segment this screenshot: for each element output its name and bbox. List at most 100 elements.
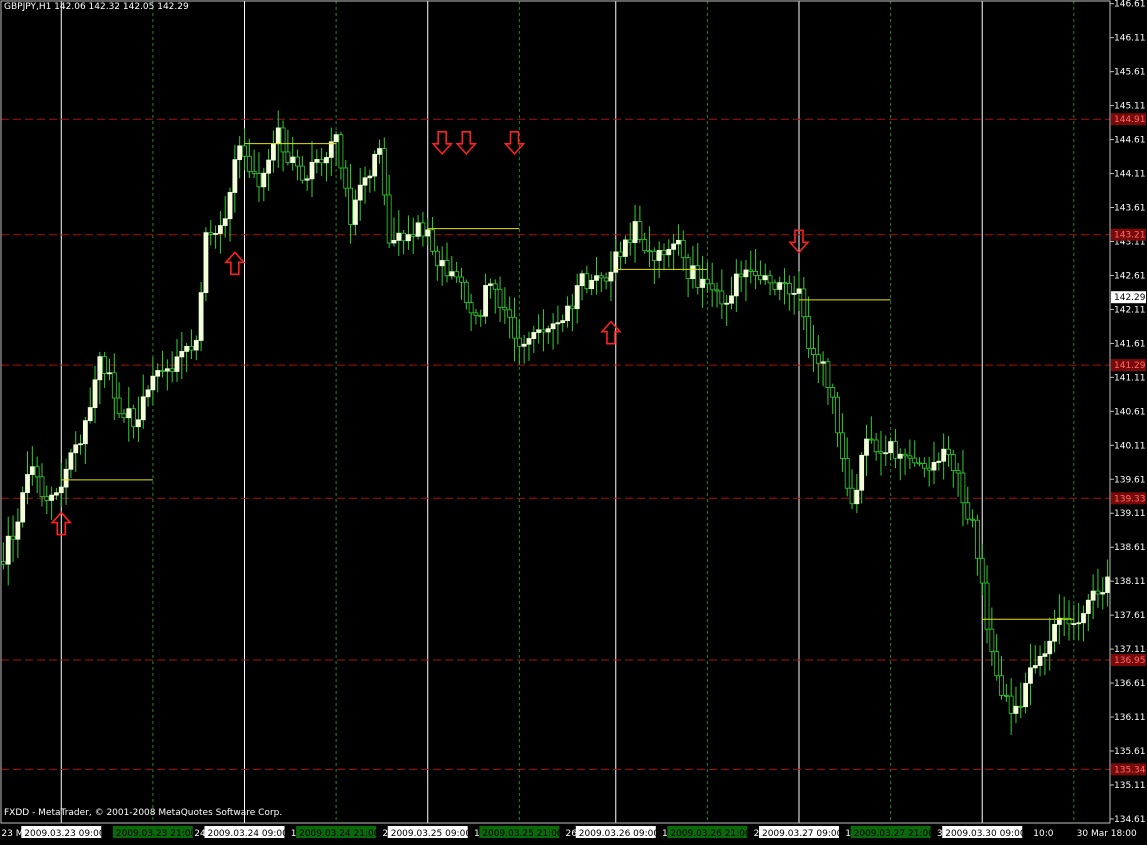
candle-bear xyxy=(627,239,633,243)
candle-bull xyxy=(87,407,93,422)
candle-bear xyxy=(912,457,918,464)
candle-bear xyxy=(492,283,498,290)
candle-bear xyxy=(34,466,40,478)
sell-arrow-icon[interactable] xyxy=(431,131,453,156)
candle-bull xyxy=(415,222,421,237)
candle-bear xyxy=(598,275,604,279)
sell-arrow-icon[interactable] xyxy=(455,131,478,156)
candle-bull xyxy=(82,420,88,445)
price-tick-label: 144.11 xyxy=(1114,170,1146,180)
candle-bull xyxy=(126,408,132,419)
candle-bull xyxy=(671,243,677,250)
time-label: 30 Mar 18:00 xyxy=(1077,829,1137,839)
candle-bull xyxy=(1085,599,1091,614)
candle-bull xyxy=(883,452,889,455)
candle-bull xyxy=(565,305,570,322)
candle-bull xyxy=(864,438,869,456)
candlestick-chart[interactable]: 146.61 146.11 145.61 145.11 144.61 144.11 143.… xyxy=(0,0,1147,841)
candle-bull xyxy=(941,448,947,462)
price-tick-label: 146.11 xyxy=(1114,34,1146,44)
candle-bear xyxy=(343,167,349,189)
candle-bear xyxy=(642,239,648,252)
candle-bear xyxy=(285,151,291,163)
candle-bear xyxy=(685,257,691,279)
candle-bull xyxy=(150,375,156,391)
buy-arrow-icon[interactable] xyxy=(600,320,622,345)
price-tick-label: 140.11 xyxy=(1114,441,1146,451)
candle-bull xyxy=(136,419,141,428)
plot-frame xyxy=(0,0,1111,824)
candle-bear xyxy=(569,305,575,310)
candle-bull xyxy=(266,159,272,174)
candle-bull xyxy=(854,489,860,505)
candle-bear xyxy=(401,232,407,242)
candle-bear xyxy=(410,234,416,237)
candle-bull xyxy=(820,361,826,364)
candle-bear xyxy=(844,458,850,489)
candle-bear xyxy=(603,277,609,282)
date-badge: 2009.03.23 21:00 xyxy=(116,829,197,839)
candle-bull xyxy=(275,127,281,145)
buy-arrow-icon[interactable] xyxy=(224,251,246,276)
candle-bull xyxy=(164,368,170,372)
date-badge: 2009.03.27 09:00 xyxy=(762,829,843,839)
candle-bear xyxy=(999,675,1004,696)
candle-bull xyxy=(49,494,55,501)
candle-bull xyxy=(743,269,749,278)
date-badge: 2009.03.24 21:00 xyxy=(299,829,380,839)
candle-bear xyxy=(1003,694,1009,697)
candle-bull xyxy=(791,292,797,295)
copyright-text: FXDD - MetaTrader, © 2001-2008 MetaQuote… xyxy=(4,808,283,818)
candle-bear xyxy=(468,302,474,314)
sell-arrow-icon[interactable] xyxy=(503,131,526,156)
candle-bull xyxy=(304,178,310,181)
candle-bull xyxy=(333,134,339,143)
candle-bear xyxy=(516,337,522,347)
candle-bull xyxy=(762,275,768,281)
candle-bear xyxy=(10,535,16,540)
level-label: 136.95 xyxy=(1114,656,1146,666)
price-tick-label: 136.11 xyxy=(1114,713,1146,723)
date-badge: 2009.03.25 21:00 xyxy=(482,829,563,839)
symbol-info: GBPJPY,H1 142.06 142.32 142.05 142.29 xyxy=(4,2,189,12)
candle-bear xyxy=(709,283,715,291)
candle-bull xyxy=(271,143,276,161)
candle-bull xyxy=(608,271,614,282)
date-badge: 2009.03.25 09:00 xyxy=(391,829,472,839)
candle-bear xyxy=(811,348,816,356)
candle-bull xyxy=(536,329,542,333)
candle-bear xyxy=(830,387,836,398)
candle-bull xyxy=(314,159,320,163)
level-label: 144.91 xyxy=(1114,115,1146,125)
candle-bull xyxy=(931,462,937,471)
price-chart[interactable]: 146.61 146.11 145.61 145.11 144.61 144.11 143.… xyxy=(0,0,1147,841)
candle-bear xyxy=(873,439,879,453)
candle-bull xyxy=(174,356,180,372)
candle-bull xyxy=(261,172,267,188)
candle-bear xyxy=(815,354,821,364)
candle-bull xyxy=(290,156,296,163)
candle-bear xyxy=(994,651,1000,677)
candle-bear xyxy=(661,250,667,256)
candle-bull xyxy=(594,275,599,281)
candle-bear xyxy=(782,282,787,285)
candle-bear xyxy=(295,156,300,167)
candle-bull xyxy=(198,292,204,341)
candle-bear xyxy=(806,316,812,349)
candle-bull xyxy=(372,153,378,177)
candle-bull xyxy=(15,521,21,540)
date-badge: 2009.03.30 09:00 xyxy=(945,829,1026,839)
candle-bull xyxy=(796,288,802,294)
candle-bear xyxy=(917,462,922,465)
price-tick-label: 135.11 xyxy=(1114,781,1146,791)
candle-bear xyxy=(989,628,995,653)
candle-bear xyxy=(280,127,286,153)
candle-bear xyxy=(386,194,392,244)
candle-bear xyxy=(835,396,840,434)
candle-bear xyxy=(772,282,778,290)
level-label: 139.33 xyxy=(1114,494,1146,504)
candle-bear xyxy=(251,170,257,174)
candle-bull xyxy=(897,453,903,459)
candle-bull xyxy=(449,271,455,277)
candle-bear xyxy=(121,413,127,419)
